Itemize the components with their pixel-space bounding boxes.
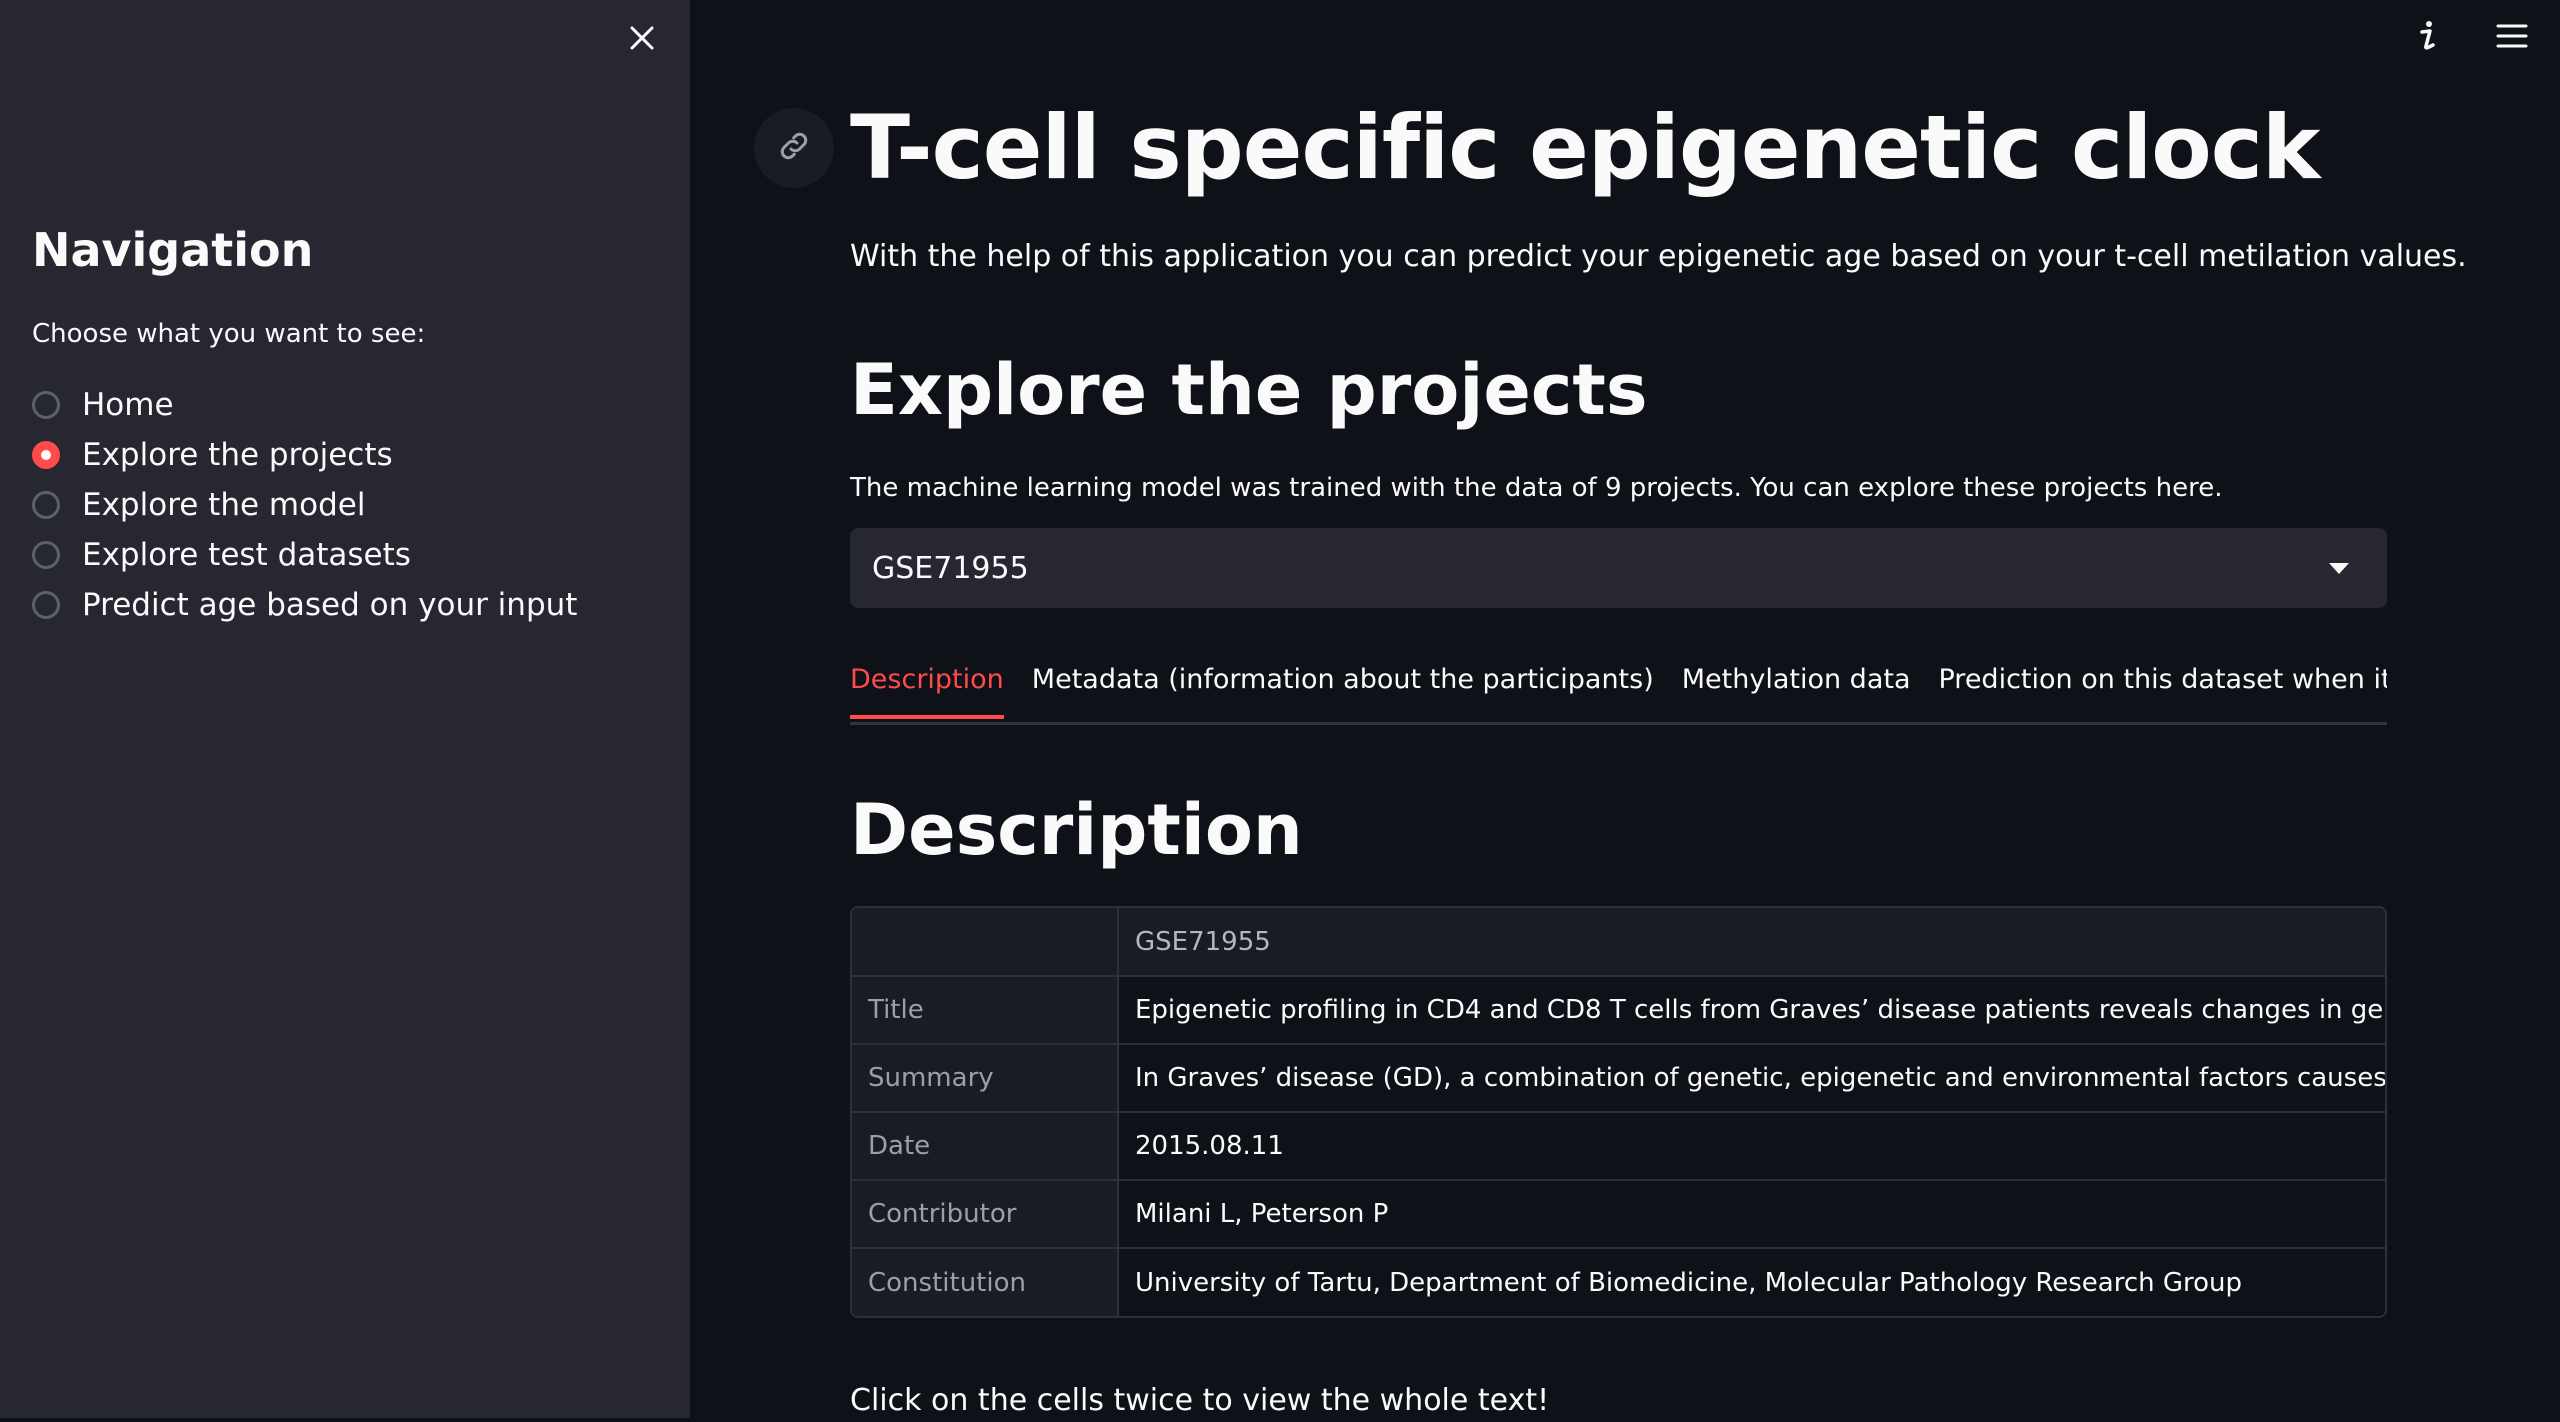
row-header[interactable]: Summary xyxy=(852,1043,1119,1112)
table-row: Contributor Milani L, Peterson P xyxy=(852,1179,2385,1248)
row-header[interactable]: Title xyxy=(852,975,1119,1044)
chevron-down-icon xyxy=(2329,562,2349,574)
page-intro: With the help of this application you ca… xyxy=(850,239,2467,274)
radio-option-explore-projects[interactable]: Explore the projects xyxy=(32,430,577,480)
tab-bar: Description Metadata (information about t… xyxy=(850,652,2387,725)
radio-button[interactable] xyxy=(32,491,60,519)
page-title: T-cell specific epigenetic clock xyxy=(850,96,2320,199)
sidebar: Navigation Choose what you want to see: … xyxy=(0,0,690,1418)
radio-label: Explore the projects xyxy=(82,437,393,473)
description-table[interactable]: GSE71955 Title Epigenetic profiling in C… xyxy=(850,906,2387,1318)
radio-option-home[interactable]: Home xyxy=(32,380,577,430)
radio-button-selected[interactable] xyxy=(32,441,60,469)
tab-metadata[interactable]: Metadata (information about the particip… xyxy=(1032,652,1654,719)
navigation-radio-group: Home Explore the projects Explore the mo… xyxy=(32,380,577,630)
table-row: Summary In Graves’ disease (GD), a combi… xyxy=(852,1043,2385,1112)
info-icon xyxy=(2414,19,2442,57)
radio-label: Home xyxy=(82,387,174,423)
row-header[interactable]: Constitution xyxy=(852,1247,1119,1316)
radio-label: Predict age based on your input xyxy=(82,587,578,623)
column-header[interactable]: GSE71955 xyxy=(1118,908,2385,976)
row-header[interactable]: Date xyxy=(852,1111,1119,1180)
select-value: GSE71955 xyxy=(872,550,1029,586)
close-sidebar-button[interactable] xyxy=(620,18,664,62)
link-icon xyxy=(776,128,812,168)
radio-option-predict-age[interactable]: Predict age based on your input xyxy=(32,580,577,630)
table-cell[interactable]: In Graves’ disease (GD), a combination o… xyxy=(1118,1043,2385,1112)
table-cell[interactable]: Milani L, Peterson P xyxy=(1118,1179,2385,1248)
tab-methylation-data[interactable]: Methylation data xyxy=(1682,652,1911,719)
section-title: Explore the projects xyxy=(850,349,1648,431)
table-cell[interactable]: 2015.08.11 xyxy=(1118,1111,2385,1180)
title-anchor-link[interactable] xyxy=(754,108,834,188)
footer-note: Click on the cells twice to view the who… xyxy=(850,1383,1550,1418)
radio-button[interactable] xyxy=(32,391,60,419)
radio-button[interactable] xyxy=(32,541,60,569)
description-heading: Description xyxy=(850,789,1303,871)
close-icon xyxy=(627,23,657,57)
row-header[interactable]: Contributor xyxy=(852,1179,1119,1248)
table-cell[interactable]: Epigenetic profiling in CD4 and CD8 T ce… xyxy=(1118,975,2385,1044)
radio-label: Explore test datasets xyxy=(82,537,411,573)
main-menu-button[interactable] xyxy=(2484,16,2540,60)
table-header-row: GSE71955 xyxy=(852,908,2385,976)
table-row: Title Epigenetic profiling in CD4 and CD… xyxy=(852,975,2385,1044)
radio-label: Explore the model xyxy=(82,487,366,523)
radio-group-label: Choose what you want to see: xyxy=(32,319,426,349)
table-row: Constitution University of Tartu, Depart… xyxy=(852,1247,2385,1316)
table-cell[interactable]: University of Tartu, Department of Biome… xyxy=(1118,1247,2385,1316)
radio-button[interactable] xyxy=(32,591,60,619)
table-corner-cell xyxy=(852,908,1119,976)
radio-option-explore-model[interactable]: Explore the model xyxy=(32,480,577,530)
info-button[interactable] xyxy=(2400,16,2456,60)
tab-description[interactable]: Description xyxy=(850,652,1004,719)
radio-option-explore-test-datasets[interactable]: Explore test datasets xyxy=(32,530,577,580)
section-description: The machine learning model was trained w… xyxy=(850,473,2223,503)
hamburger-menu-icon xyxy=(2496,23,2528,53)
table-row: Date 2015.08.11 xyxy=(852,1111,2385,1180)
tab-prediction[interactable]: Prediction on this dataset when it was t… xyxy=(1939,652,2388,719)
project-select[interactable]: GSE71955 xyxy=(850,528,2387,608)
sidebar-title: Navigation xyxy=(32,223,314,277)
